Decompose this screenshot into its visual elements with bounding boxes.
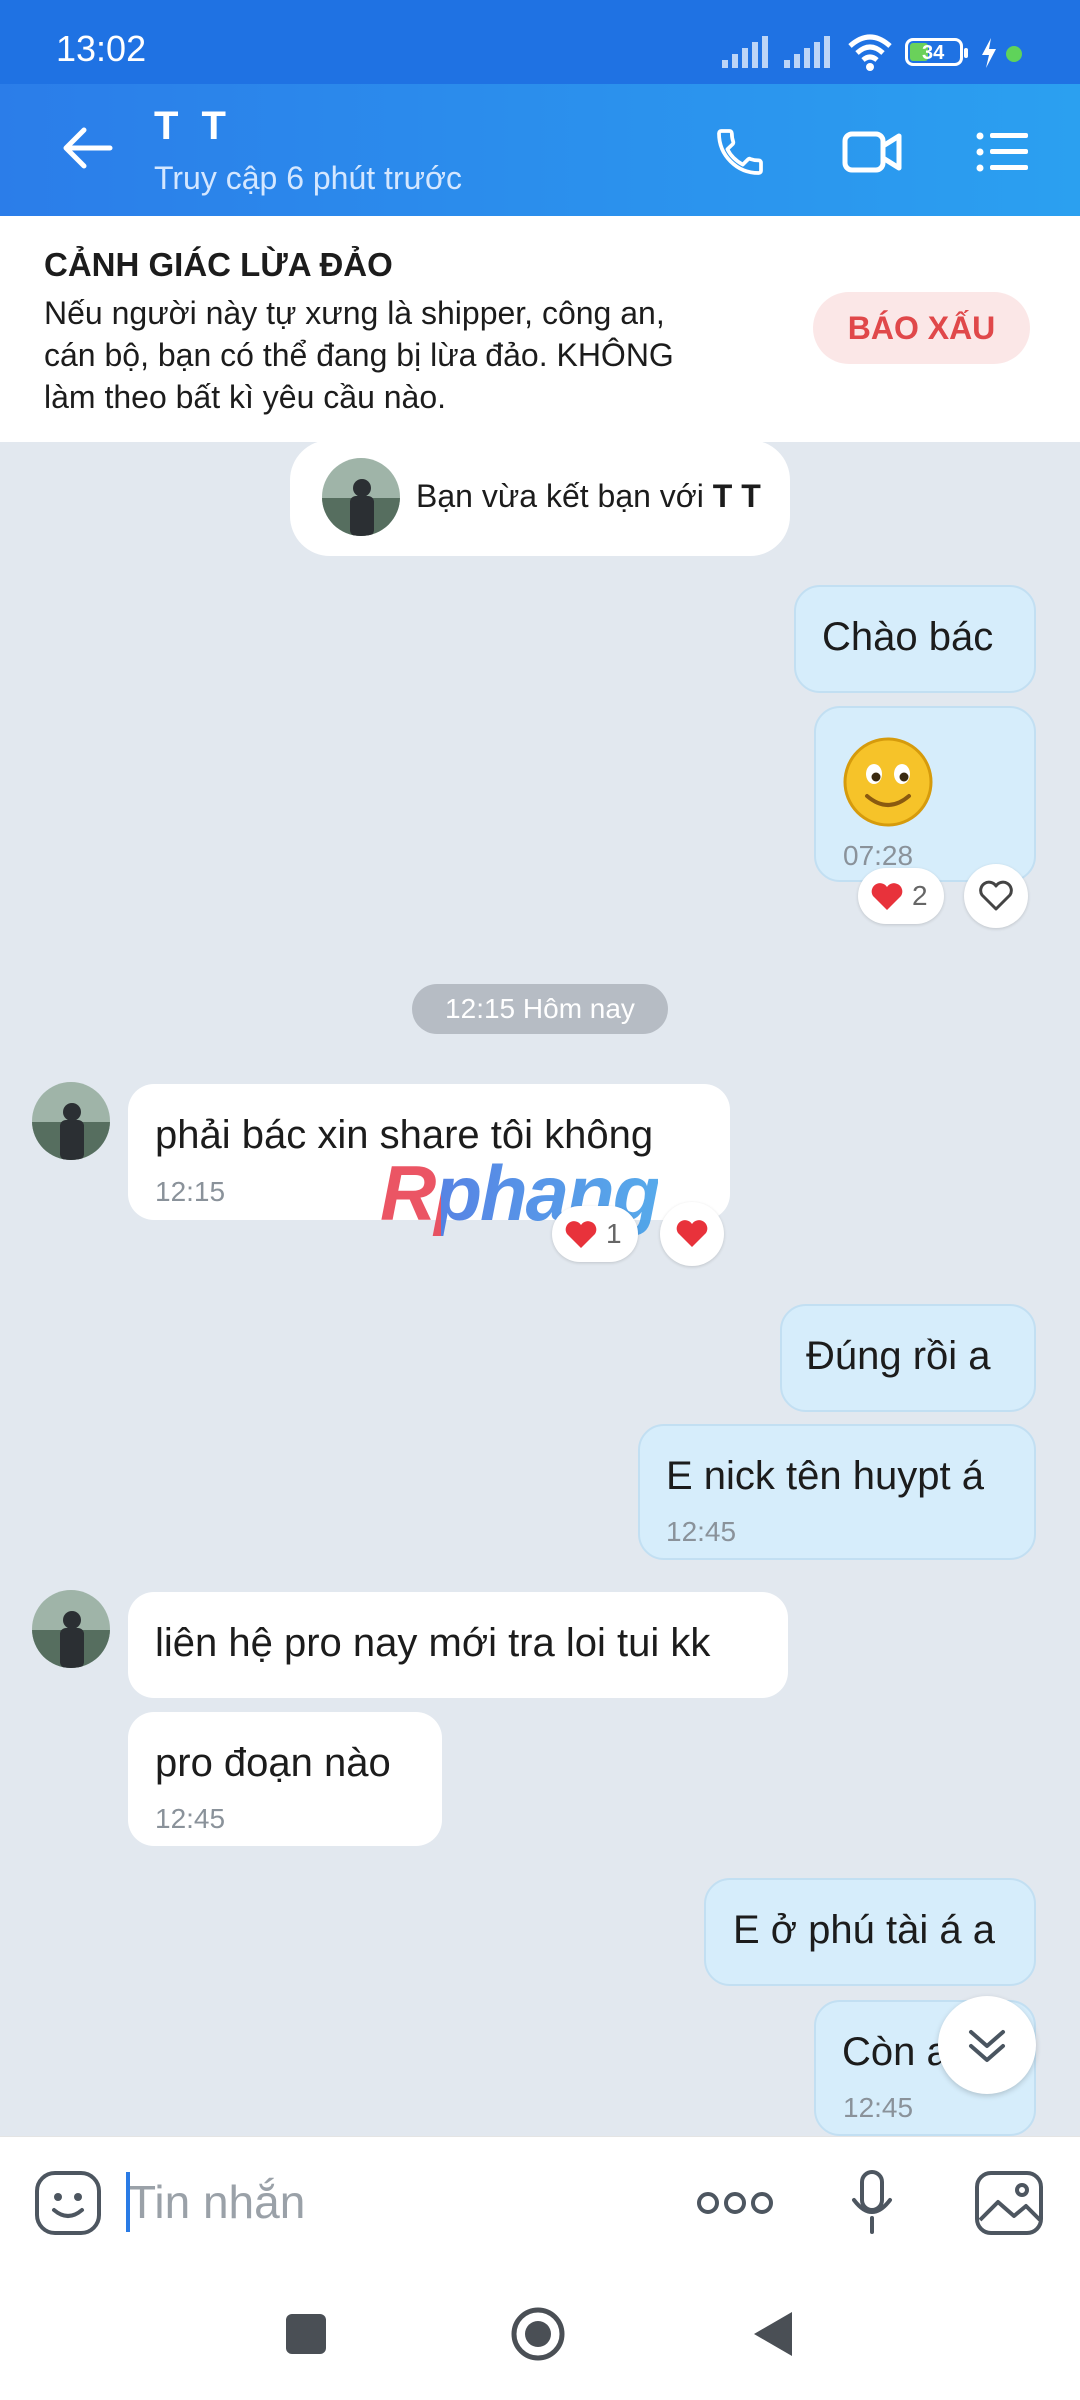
smiley-emoji-icon [843,737,933,827]
video-call-icon[interactable] [842,128,902,176]
wifi-icon [848,34,892,71]
battery-level: 34 [922,42,945,64]
friend-added-name: T T [712,478,761,514]
contact-avatar[interactable] [32,1082,110,1160]
double-chevron-down-icon [969,2030,1005,2062]
contact-last-seen: Truy cập 6 phút trước [154,160,462,196]
reaction-summary[interactable]: 2 [858,868,944,924]
date-separator: 12:15 Hôm nay [412,984,668,1034]
battery-icon: 34 [905,38,968,66]
phone-call-icon[interactable] [712,124,768,180]
message-text: liên hệ pro nay mới tra loi tui kk [155,1621,711,1665]
scam-warning-title: CẢNH GIÁC LỪA ĐẢO [44,246,393,283]
back-button[interactable] [752,2310,794,2358]
back-arrow-icon[interactable] [60,126,114,170]
message-text: Còn a [842,2030,949,2074]
heart-icon [871,883,903,910]
menu-list-icon[interactable] [976,130,1030,174]
sticker-emoji-icon[interactable] [34,2170,102,2236]
message-text: pro đoạn nào [155,1741,391,1785]
reaction-summary[interactable]: 1 [552,1206,638,1262]
text-caret [126,2172,130,2232]
microphone-icon[interactable] [848,2168,896,2238]
scam-warning-line: cán bộ, bạn có thể đang bị lừa đảo. KHÔN… [44,337,674,373]
scroll-to-bottom-button[interactable] [938,1996,1036,2094]
scam-warning-line: Nếu người này tự xưng là shipper, công a… [44,295,665,331]
friend-added-text: Bạn vừa kết bạn với T T [416,478,761,515]
message-text: Chào bác [822,615,994,659]
message-time: 12:45 [666,1516,737,1547]
recent-apps-button[interactable] [286,2314,326,2354]
heart-icon [676,1220,708,1247]
message-text: E nick tên huypt á [666,1454,984,1498]
react-button[interactable] [660,1202,724,1266]
more-options-icon[interactable] [696,2188,774,2218]
clock: 13:02 [56,28,147,69]
cellular-signal-icon [722,34,770,68]
contact-avatar[interactable] [322,458,400,536]
message-time: 12:45 [155,1803,226,1834]
scam-warning-text: Nếu người này tự xưng là shipper, công a… [44,292,764,418]
message-time: 12:15 [155,1176,226,1207]
cellular-signal-icon [784,34,832,68]
message-time: 12:45 [843,2092,914,2123]
home-button[interactable] [510,2306,566,2362]
message-text: Đúng rồi a [806,1334,991,1378]
friend-added-prefix: Bạn vừa kết bạn với [416,478,713,514]
heart-outline-icon [979,880,1013,911]
scam-warning-line: làm theo bất kì yêu cầu nào. [44,379,447,415]
message-input[interactable] [126,2168,650,2236]
charging-icon [982,38,996,68]
notification-dot [1006,46,1022,62]
message-text: E ở phú tài á a [733,1908,995,1952]
contact-avatar[interactable] [32,1590,110,1668]
reaction-count: 1 [606,1218,622,1249]
heart-icon [565,1221,597,1248]
contact-name[interactable]: T T [154,104,232,149]
react-button[interactable] [964,864,1028,928]
reaction-count: 2 [912,880,928,911]
image-gallery-icon[interactable] [974,2170,1044,2236]
report-button[interactable]: BÁO XẤU [813,292,1030,364]
